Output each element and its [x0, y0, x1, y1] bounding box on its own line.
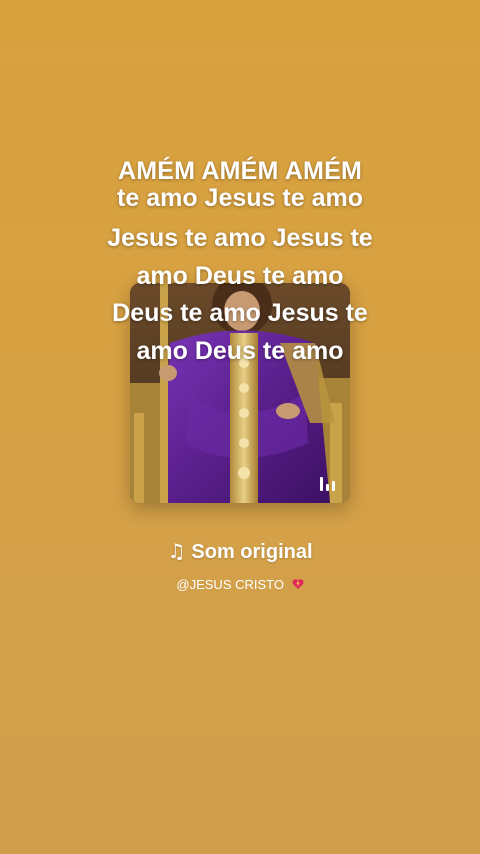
lyrics-lines: te amo Jesus te amo Jesus te amo Jesus t… — [0, 185, 480, 370]
lyrics-title: AMÉM AMÉM AMÉM — [118, 157, 362, 185]
lyric-line: amo Deus te amo — [136, 336, 344, 365]
heart-icon — [292, 579, 304, 589]
screen: AMÉM AMÉM AMÉM te amo Jesus te amo Jesus… — [0, 0, 480, 854]
equalizer-icon — [320, 475, 338, 491]
lyric-line: amo Deus te amo — [136, 261, 344, 290]
music-note-icon: ♫ — [167, 539, 186, 563]
lyric-line: te amo Jesus te amo — [117, 184, 363, 212]
sound-title[interactable]: ♫ Som original — [0, 539, 480, 564]
sound-title-label: Som original — [191, 541, 313, 563]
lyrics-overlay: AMÉM AMÉM AMÉM te amo Jesus te amo Jesus… — [0, 158, 480, 370]
sound-author[interactable]: @JESUS CRISTO — [0, 577, 480, 592]
author-handle: @JESUS CRISTO — [176, 577, 284, 592]
lyric-line: Deus te amo Jesus te — [112, 299, 368, 327]
lyric-line: Jesus te amo Jesus te — [107, 224, 373, 252]
